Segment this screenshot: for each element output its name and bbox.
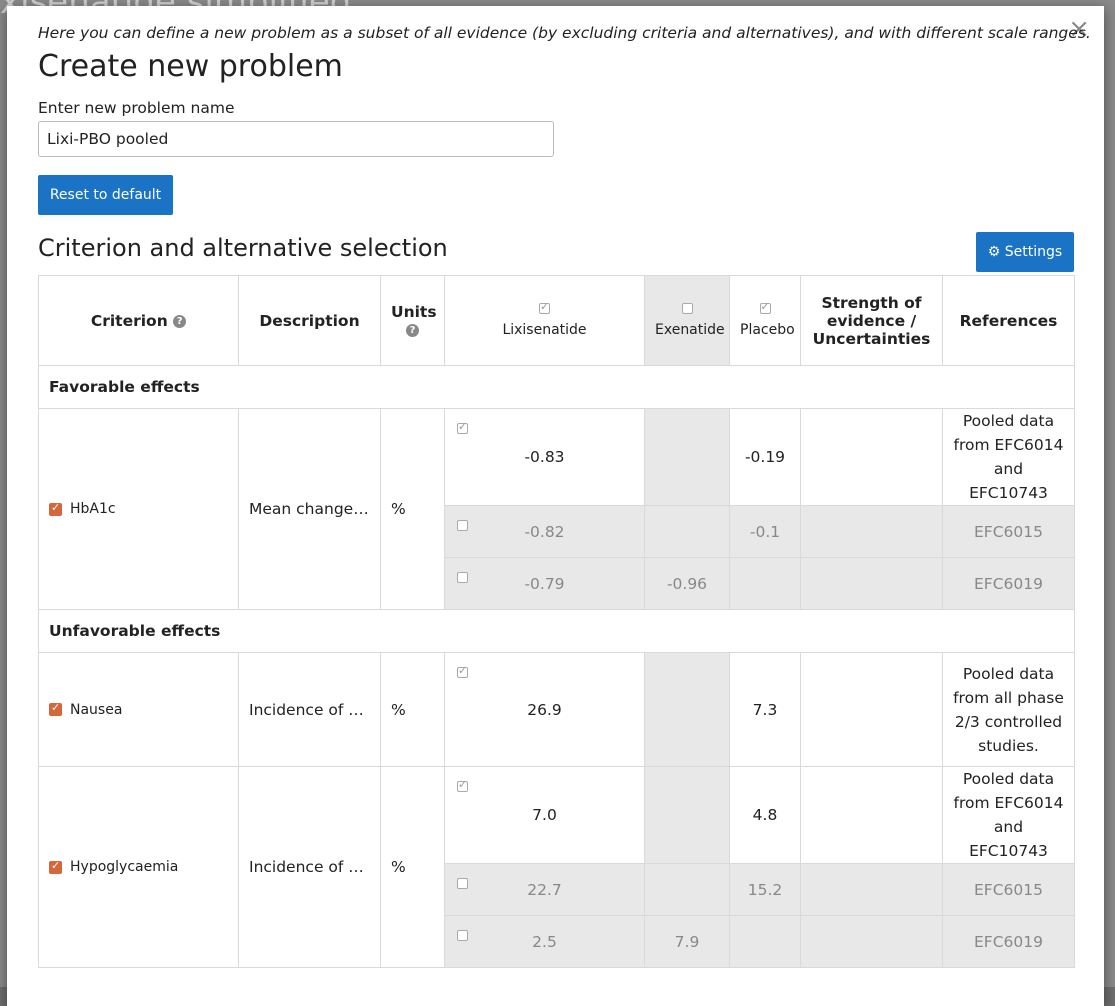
unit-cell: % (380, 652, 445, 767)
value-cell: -0.83 (444, 408, 645, 506)
row-checkbox[interactable] (457, 420, 468, 434)
favorable-section-row: Favorable effects (38, 365, 1075, 409)
unfavorable-section-row: Unfavorable effects (38, 609, 1075, 653)
reset-button[interactable]: Reset to default (38, 175, 173, 215)
value-cell: 4.8 (729, 766, 801, 864)
settings-label: Settings (1004, 244, 1063, 260)
references-header: References (942, 275, 1075, 366)
row-checkbox[interactable] (457, 930, 468, 941)
exenatide-checkbox[interactable] (681, 303, 693, 314)
name-label: Enter new problem name (38, 99, 235, 117)
value-cell: 7.9 (644, 915, 730, 968)
criteria-table: Criterion ? Description Units? Lixisenat… (38, 275, 1075, 968)
value-cell: 2.5 (444, 915, 645, 968)
strength-header: Strength of evidence / Uncertainties (800, 275, 943, 366)
intro-text: Here you can define a new problem as a s… (38, 24, 1091, 42)
description-cell: Mean change i... (238, 408, 381, 610)
units-header: Units? (380, 275, 445, 366)
table-row: Nausea Incidence of na... % 26.9 7.3 Poo… (38, 652, 1075, 767)
value-cell: 7.3 (729, 652, 801, 767)
strength-cell (800, 505, 943, 558)
value-cell: -0.1 (729, 505, 801, 558)
alt-exenatide-header: Exenatide (644, 275, 730, 366)
settings-button[interactable]: ⚙ Settings (976, 232, 1074, 272)
value-cell: 22.7 (444, 863, 645, 916)
value-cell: -0.82 (444, 505, 645, 558)
problem-name-input[interactable] (38, 121, 554, 157)
row-checkbox[interactable] (457, 878, 468, 889)
reference-cell: EFC6015 (942, 505, 1075, 558)
strength-cell (800, 915, 943, 968)
reference-cell: Pooled data from all phase 2/3 controlle… (942, 652, 1075, 767)
value-cell: -0.79 (444, 557, 645, 610)
table-row: HbA1c Mean change i... % -0.83 -0.19 Poo… (38, 408, 1075, 610)
description-cell: Incidence of na... (238, 652, 381, 767)
modal-title: Create new problem (38, 49, 343, 84)
unit-cell: % (380, 766, 445, 968)
table-header-row: Criterion ? Description Units? Lixisenat… (38, 275, 1075, 366)
strength-cell (800, 557, 943, 610)
section-title: Criterion and alternative selection (38, 234, 448, 262)
criterion-cell: HbA1c (38, 408, 239, 610)
hypoglycaemia-checkbox[interactable] (49, 859, 62, 874)
row-checkbox[interactable] (457, 520, 468, 531)
value-cell: 15.2 (729, 863, 801, 916)
hba1c-checkbox[interactable] (49, 501, 62, 516)
value-cell (729, 915, 801, 968)
gear-icon: ⚙ (987, 244, 1001, 260)
value-cell: -0.96 (644, 557, 730, 610)
criterion-cell: Nausea (38, 652, 239, 767)
alt-lixisenatide-header: Lixisenatide (444, 275, 645, 366)
alt-placebo-header: Placebo (729, 275, 801, 366)
criterion-header: Criterion ? (38, 275, 239, 366)
row-checkbox[interactable] (457, 572, 468, 583)
reference-cell: Pooled data from EFC6014 and EFC10743 (942, 408, 1075, 506)
value-cell (644, 766, 730, 864)
create-problem-modal: × Here you can define a new problem as a… (7, 6, 1104, 1006)
reference-cell: EFC6019 (942, 557, 1075, 610)
row-checkbox[interactable] (457, 664, 468, 678)
value-cell (644, 408, 730, 506)
help-icon[interactable]: ? (173, 314, 187, 328)
value-cell (644, 863, 730, 916)
reference-cell: EFC6015 (942, 863, 1075, 916)
criterion-cell: Hypoglycaemia (38, 766, 239, 968)
value-cell (644, 652, 730, 767)
lixisenatide-checkbox[interactable] (539, 300, 550, 314)
description-cell: Incidence of hy... (238, 766, 381, 968)
strength-cell (800, 766, 943, 864)
unit-cell: % (380, 408, 445, 610)
value-cell (729, 557, 801, 610)
value-cell: 26.9 (444, 652, 645, 767)
placebo-checkbox[interactable] (759, 300, 771, 314)
value-cell (644, 505, 730, 558)
table-row: Hypoglycaemia Incidence of hy... % 7.0 4… (38, 766, 1075, 968)
strength-cell (800, 652, 943, 767)
strength-cell (800, 863, 943, 916)
reference-cell: EFC6019 (942, 915, 1075, 968)
strength-cell (800, 408, 943, 506)
row-checkbox[interactable] (457, 778, 468, 792)
description-header: Description (238, 275, 381, 366)
nausea-checkbox[interactable] (49, 701, 62, 716)
value-cell: 7.0 (444, 766, 645, 864)
value-cell: -0.19 (729, 408, 801, 506)
help-icon[interactable]: ? (406, 323, 419, 337)
reference-cell: Pooled data from EFC6014 and EFC10743 (942, 766, 1075, 864)
